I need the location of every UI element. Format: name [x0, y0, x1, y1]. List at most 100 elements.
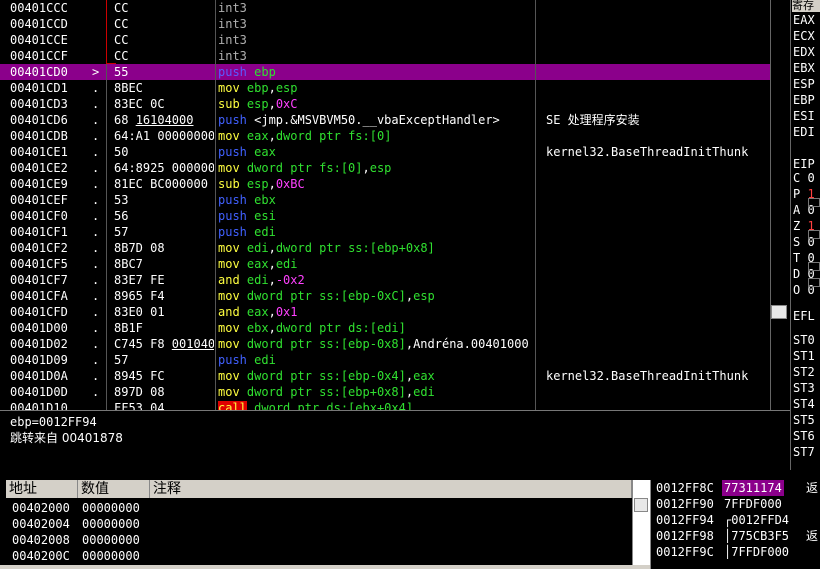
disasm-instruction: mov ebp,esp — [218, 80, 534, 96]
disasm-row[interactable]: 00401CEF. 53 push ebx — [0, 192, 770, 208]
fpu-register[interactable]: ST5 — [793, 412, 820, 428]
memory-dump-pane[interactable]: 地址 数值 注释 00402000 00000000 00402004 0000000… — [0, 480, 650, 569]
flag-box — [808, 198, 820, 207]
disasm-hex-bytes: 897D 08 — [114, 385, 165, 399]
disasm-hex-bytes: 83E7 FE — [114, 273, 165, 287]
fpu-register[interactable]: ST4 — [793, 396, 820, 412]
disasm-instruction: mov dword ptr ss:[ebp-0xC],esp — [218, 288, 534, 304]
stack-address: 0012FF98 — [656, 529, 714, 543]
fpu-register[interactable]: ST2 — [793, 364, 820, 380]
flag-item[interactable]: C 0 — [793, 170, 820, 186]
disasm-address: 00401CFA — [10, 289, 68, 303]
disasm-row[interactable]: 00401CCC CC int3 — [0, 0, 770, 16]
disasm-address: 00401CCC — [10, 1, 68, 15]
register-name[interactable]: EDX — [793, 44, 820, 60]
fpu-register[interactable]: ST0 — [793, 332, 820, 348]
disasm-address: 00401CD0 — [10, 65, 68, 79]
register-name[interactable]: EBX — [793, 60, 820, 76]
fpu-register[interactable]: ST7 — [793, 444, 820, 460]
register-name[interactable]: EBP — [793, 92, 820, 108]
register-name[interactable]: ECX — [793, 28, 820, 44]
stack-row[interactable]: 0012FF98 │775CB3F5 返 — [650, 528, 820, 544]
dump-scrollbar[interactable] — [632, 480, 651, 569]
disasm-token: esp — [246, 97, 269, 111]
flag-box — [808, 262, 820, 271]
disasm-row[interactable]: 00401CF5. 8BC7 mov eax,edi — [0, 256, 770, 272]
disasm-row[interactable]: 00401CF7. 83E7 FE and edi,-0x2 — [0, 272, 770, 288]
disasm-row[interactable]: 00401CCF CC int3 — [0, 48, 770, 64]
disasm-row[interactable]: 00401CFD. 83E0 01 and eax,0x1 — [0, 304, 770, 320]
disasm-row[interactable]: 00401CF2. 8B7D 08 mov edi,dword ptr ss:[eb… — [0, 240, 770, 256]
disasm-row[interactable]: 00401CE1. 50 push eax kernel32.BaseThreadIn… — [0, 144, 770, 160]
disasm-row[interactable]: 00401CD3. 83EC 0C sub esp,0xC — [0, 96, 770, 112]
disasm-row[interactable]: 00401D0A. 8945 FC mov dword ptr ss:[ebp-0x… — [0, 368, 770, 384]
stack-row[interactable]: 0012FF90 7FFDF000 — [650, 496, 820, 512]
fpu-register[interactable]: ST6 — [793, 428, 820, 444]
registers-title: 寄存 — [792, 0, 820, 12]
disasm-token: ,Andréna.00401000 — [405, 337, 529, 351]
disasm-token: push — [218, 145, 255, 159]
dump-value: 00000000 — [82, 501, 140, 515]
dump-header-address[interactable]: 地址 — [6, 480, 78, 498]
register-name[interactable] — [793, 140, 820, 156]
disasm-marker: . — [92, 369, 100, 383]
dump-horizontal-scrollbar[interactable] — [0, 565, 650, 569]
jump-line — [106, 0, 107, 64]
dump-row[interactable]: 00402008 00000000 — [0, 532, 630, 548]
stack-value: 77311174 — [722, 480, 784, 496]
disasm-instruction: int3 — [218, 16, 534, 32]
stack-address: 0012FF8C — [656, 481, 714, 495]
disasm-token: , — [405, 385, 414, 399]
disasm-token: push — [218, 353, 255, 367]
register-name[interactable]: EAX — [793, 12, 820, 28]
dump-row[interactable]: 00402000 00000000 — [0, 500, 630, 516]
disasm-row[interactable]: 00401D0D. 897D 08 mov dword ptr ss:[ebp+0x… — [0, 384, 770, 400]
disasm-token: dword ptr ss:[ebp+0x8] — [246, 385, 406, 399]
disasm-row[interactable]: 00401CD1. 8BEC mov ebp,esp — [0, 80, 770, 96]
disasm-token: sub — [218, 97, 247, 111]
fpu-register[interactable]: ST1 — [793, 348, 820, 364]
disasm-row[interactable]: 00401CE2. 64:8925 00000000 mov dword ptr f… — [0, 160, 770, 176]
dump-header-comment[interactable]: 注释 — [150, 480, 632, 498]
disasm-row[interactable]: 00401CD0 >55 push ebp — [0, 64, 770, 80]
dump-address: 00402004 — [12, 517, 70, 531]
dump-scroll-thumb[interactable] — [634, 498, 648, 512]
stack-row[interactable]: 0012FF94 ┌0012FFD4 — [650, 512, 820, 528]
disassembly-pane[interactable]: 00401CCC CC int3 00401CCD CC int3 00401CCE CC in… — [0, 0, 790, 411]
disasm-token: edi — [246, 241, 269, 255]
disasm-address: 00401CEF — [10, 193, 68, 207]
disasm-row[interactable]: 00401CD6. 68 16104000 push <jmp.&MSVBVM50.… — [0, 112, 770, 128]
disasm-row[interactable]: 00401CE9. 81EC BC000000 sub esp,0xBC — [0, 176, 770, 192]
disasm-row[interactable]: 00401D02.C745 F8 00104000mov dword ptr s… — [0, 336, 770, 352]
disasm-token: , — [268, 241, 276, 255]
stack-row[interactable]: 0012FF8C 77311174 返 — [650, 480, 820, 496]
disasm-address: 00401CE1 — [10, 145, 68, 159]
disasm-row[interactable]: 00401D00. 8B1F mov ebx,dword ptr ds:[edi] — [0, 320, 770, 336]
disasm-row[interactable]: 00401CCD CC int3 — [0, 16, 770, 32]
disasm-token: push — [218, 209, 255, 223]
disassembly-scrollbar[interactable] — [770, 0, 789, 410]
fpu-register[interactable]: ST3 — [793, 380, 820, 396]
disasm-row[interactable]: 00401D09. 57 push edi — [0, 352, 770, 368]
dump-row[interactable]: 00402004 00000000 — [0, 516, 630, 532]
disasm-marker: . — [92, 113, 100, 127]
disasm-row[interactable]: 00401CDB. 64:A1 00000000 mov eax,dword ptr… — [0, 128, 770, 144]
disasm-marker: > — [92, 65, 100, 79]
stack-comment: 返 — [806, 481, 819, 495]
disasm-token: eax — [413, 369, 435, 383]
stack-value: │775CB3F5 — [724, 529, 790, 543]
disassembly-scroll-thumb[interactable] — [771, 305, 787, 319]
disasm-row[interactable]: 00401CF0. 56 push esi — [0, 208, 770, 224]
register-name[interactable]: ESI — [793, 108, 820, 124]
stack-row[interactable]: 0012FF9C │7FFDF000 — [650, 544, 820, 560]
disasm-row[interactable]: 00401CFA. 8965 F4 mov dword ptr ss:[ebp-0x… — [0, 288, 770, 304]
dump-header-value[interactable]: 数值 — [78, 480, 150, 498]
disasm-row[interactable]: 00401CF1. 57 push edi — [0, 224, 770, 240]
disasm-row[interactable]: 00401CCE CC int3 — [0, 32, 770, 48]
disasm-token: eax — [254, 145, 276, 159]
register-name[interactable]: EDI — [793, 124, 820, 140]
column-divider-comment — [535, 0, 536, 410]
register-name[interactable]: ESP — [793, 76, 820, 92]
disasm-instruction: push esi — [218, 208, 534, 224]
dump-row[interactable]: 0040200C 00000000 — [0, 548, 630, 564]
